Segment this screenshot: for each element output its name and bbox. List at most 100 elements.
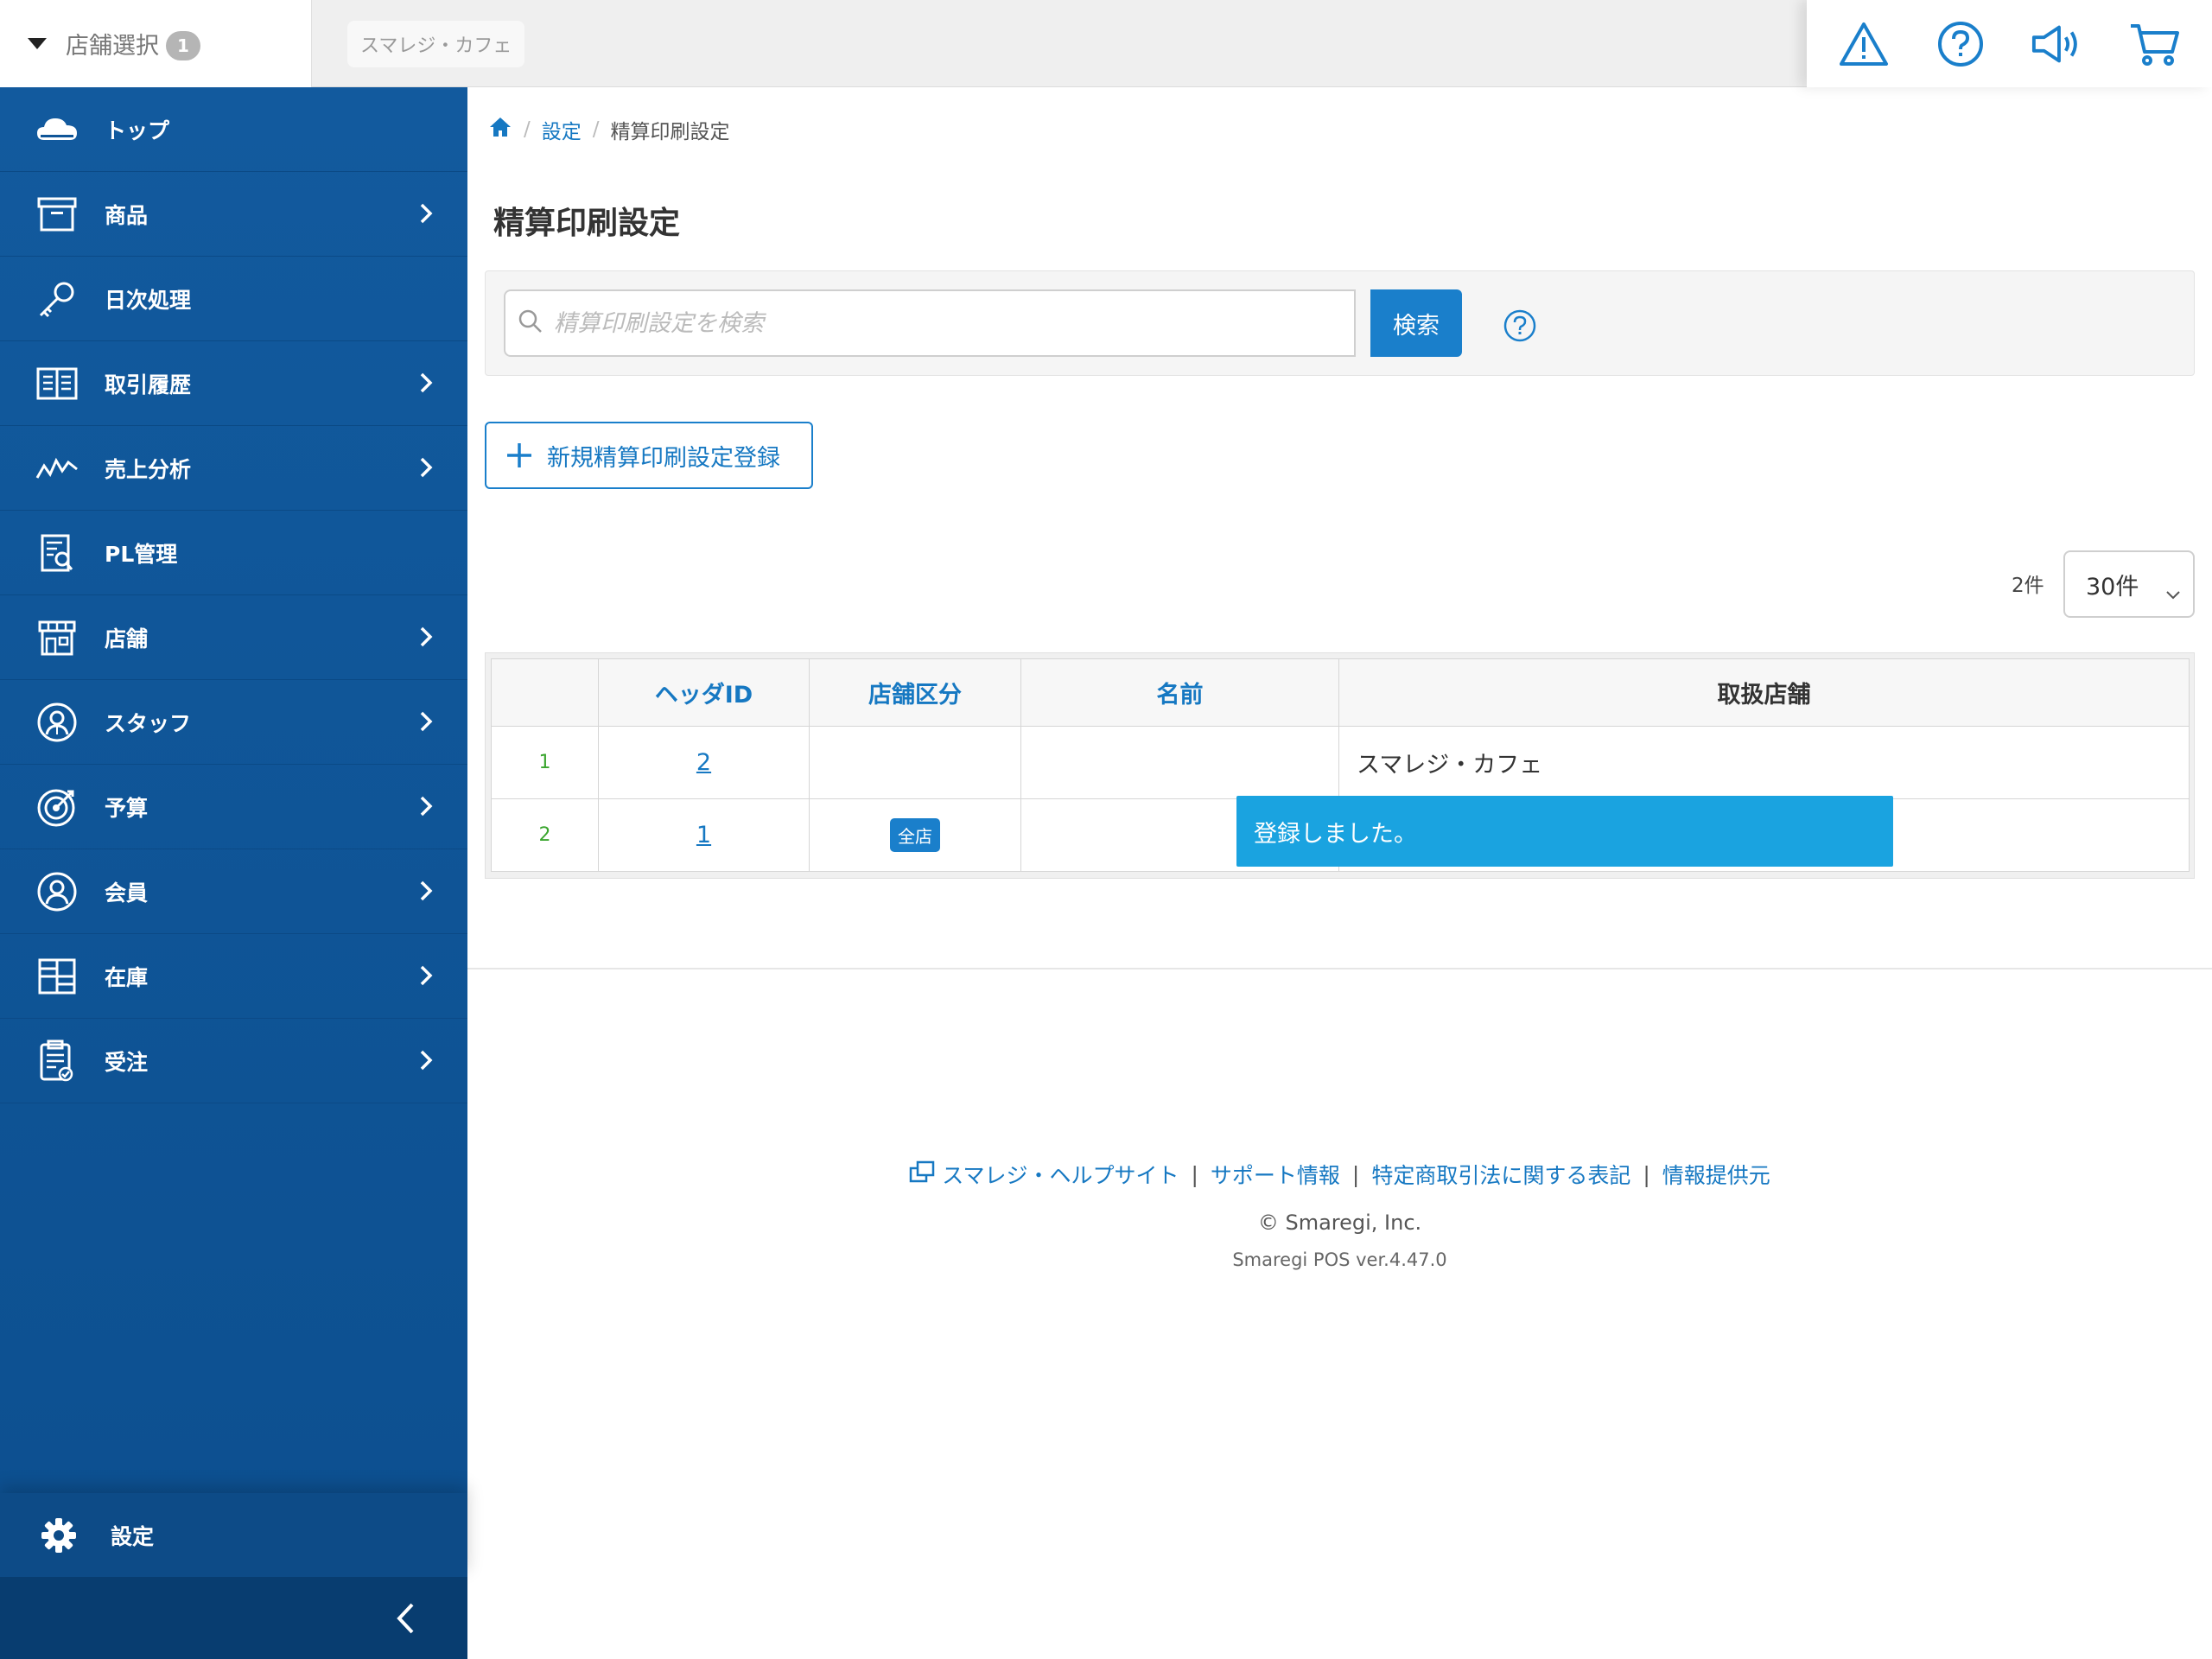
chevron-right-icon bbox=[419, 795, 433, 821]
sidebar-item-inventory[interactable]: 在庫 bbox=[0, 934, 467, 1019]
header-id-link[interactable]: 1 bbox=[696, 822, 711, 849]
page-title: 精算印刷設定 bbox=[493, 206, 681, 241]
column-header-store-division[interactable]: 店舗区分 bbox=[809, 658, 1021, 727]
store-icon bbox=[34, 614, 80, 661]
store-division-tag: 全店 bbox=[890, 818, 940, 852]
breadcrumb-settings-link[interactable]: 設定 bbox=[542, 115, 582, 144]
sidebar-collapse-bar[interactable] bbox=[0, 1577, 467, 1659]
column-header-header-id[interactable]: ヘッダID bbox=[598, 658, 810, 727]
per-page-value: 30件 bbox=[2086, 573, 2139, 601]
result-count: 2件 bbox=[2012, 575, 2044, 597]
chevron-down-icon bbox=[2165, 580, 2181, 607]
sidebar-item-transactions[interactable]: 取引履歴 bbox=[0, 341, 467, 426]
sidebar: トップ 商品 日次処理 取引履歴 売上分析 PL管理 店舗 スタッフ 予算 会員… bbox=[0, 87, 467, 1659]
report-icon bbox=[34, 530, 80, 576]
sidebar-item-settings[interactable]: 設定 bbox=[0, 1493, 467, 1577]
header-id-link[interactable]: 2 bbox=[696, 749, 711, 776]
plus-icon bbox=[505, 442, 533, 469]
sidebar-item-budget[interactable]: 予算 bbox=[0, 765, 467, 849]
help-icon[interactable] bbox=[1503, 308, 1537, 346]
row-number: 1 bbox=[491, 726, 599, 799]
current-store-chip[interactable]: スマレジ・カフェ bbox=[347, 21, 525, 67]
chevron-right-icon bbox=[419, 880, 433, 906]
sidebar-item-label: 在庫 bbox=[105, 964, 149, 990]
sidebar-item-label: 会員 bbox=[105, 880, 149, 906]
per-page-select[interactable]: 30件 bbox=[2063, 550, 2195, 618]
breadcrumb-current: 精算印刷設定 bbox=[610, 121, 730, 143]
announcement-icon[interactable] bbox=[2031, 16, 2086, 72]
row-number: 2 bbox=[491, 798, 599, 872]
chevron-right-icon bbox=[419, 626, 433, 652]
store-division-cell: 全店 bbox=[809, 798, 1021, 872]
main-content: / 設定 / 精算印刷設定 精算印刷設定 検索 新規精算印刷設定登録 2件 30… bbox=[467, 87, 2212, 1659]
footer-link-legal[interactable]: 特定商取引法に関する表記 bbox=[1371, 1159, 1630, 1190]
alert-icon[interactable] bbox=[1836, 16, 1891, 72]
chart-line-icon bbox=[34, 445, 80, 492]
table-row: 1 2 スマレジ・カフェ bbox=[491, 726, 2190, 799]
column-header-name[interactable]: 名前 bbox=[1020, 658, 1339, 727]
book-icon bbox=[34, 360, 80, 407]
sidebar-item-label: 店舗 bbox=[105, 626, 149, 652]
store-count-badge: 1 bbox=[166, 30, 200, 60]
sidebar-item-label: スタッフ bbox=[105, 710, 192, 736]
search-input-wrapper[interactable] bbox=[504, 289, 1356, 357]
search-input[interactable] bbox=[554, 309, 1332, 337]
target-icon bbox=[34, 784, 80, 830]
sidebar-item-staff[interactable]: スタッフ bbox=[0, 680, 467, 765]
stores-cell: スマレジ・カフェ bbox=[1338, 726, 2190, 799]
sidebar-item-label: 受注 bbox=[105, 1049, 149, 1075]
footer-separator: | bbox=[1351, 1161, 1360, 1187]
footer-separator: | bbox=[1643, 1161, 1650, 1187]
sidebar-item-label: トップ bbox=[105, 118, 170, 143]
gear-icon bbox=[38, 1515, 79, 1556]
clipboard-icon bbox=[34, 1038, 80, 1084]
new-button-label: 新規精算印刷設定登録 bbox=[547, 444, 780, 472]
sidebar-item-members[interactable]: 会員 bbox=[0, 849, 467, 934]
chevron-right-icon bbox=[419, 456, 433, 482]
search-button[interactable]: 検索 bbox=[1370, 289, 1462, 357]
top-bar: 店舗選択 1 スマレジ・カフェ bbox=[0, 0, 2212, 87]
search-panel: 検索 bbox=[485, 270, 2195, 376]
sidebar-item-label: 日次処理 bbox=[105, 287, 192, 313]
sidebar-item-pl[interactable]: PL管理 bbox=[0, 511, 467, 595]
store-select-dropdown[interactable]: 店舗選択 1 bbox=[0, 0, 312, 87]
sidebar-bottom: 設定 bbox=[0, 1493, 467, 1659]
breadcrumb-separator: / bbox=[524, 118, 531, 141]
chevron-left-icon[interactable] bbox=[395, 1601, 416, 1639]
sidebar-item-store[interactable]: 店舗 bbox=[0, 595, 467, 680]
chevron-right-icon bbox=[419, 964, 433, 990]
sidebar-settings-label: 設定 bbox=[111, 1523, 155, 1549]
new-settlement-print-setting-button[interactable]: 新規精算印刷設定登録 bbox=[485, 422, 813, 489]
header-id-cell: 1 bbox=[598, 798, 810, 872]
version-label: Smaregi POS ver.4.47.0 bbox=[1232, 1249, 1447, 1270]
sidebar-item-products[interactable]: 商品 bbox=[0, 172, 467, 257]
footer-divider bbox=[467, 968, 2212, 969]
cloud-icon bbox=[34, 106, 80, 153]
top-icon-group bbox=[1807, 0, 2212, 87]
help-icon[interactable] bbox=[1933, 16, 1988, 72]
column-header-no bbox=[491, 658, 599, 727]
caret-down-icon bbox=[28, 38, 47, 49]
home-icon[interactable] bbox=[488, 116, 512, 143]
sidebar-item-orders[interactable]: 受注 bbox=[0, 1019, 467, 1103]
footer-link-info-source[interactable]: 情報提供元 bbox=[1662, 1159, 1770, 1190]
external-link-icon bbox=[909, 1160, 935, 1188]
footer-separator: | bbox=[1191, 1161, 1198, 1187]
sidebar-item-daily[interactable]: 日次処理 bbox=[0, 257, 467, 341]
cart-icon[interactable] bbox=[2127, 16, 2183, 72]
chevron-right-icon bbox=[419, 1049, 433, 1075]
key-icon bbox=[34, 276, 80, 322]
footer-link-support[interactable]: サポート情報 bbox=[1211, 1159, 1340, 1190]
sidebar-item-top[interactable]: トップ bbox=[0, 87, 467, 172]
footer-links: スマレジ・ヘルプサイト | サポート情報 | 特定商取引法に関する表記 | 情報… bbox=[467, 1159, 2212, 1190]
table-header-row: ヘッダID 店舗区分 名前 取扱店舗 bbox=[491, 658, 2190, 727]
store-select-label: 店舗選択 bbox=[66, 33, 159, 60]
sidebar-item-sales-analysis[interactable]: 売上分析 bbox=[0, 426, 467, 511]
sidebar-item-label: 売上分析 bbox=[105, 456, 192, 482]
footer-link-help-site[interactable]: スマレジ・ヘルプサイト bbox=[942, 1159, 1179, 1190]
member-icon bbox=[34, 868, 80, 915]
store-division-cell bbox=[809, 726, 1021, 799]
success-toast[interactable]: 登録しました。 bbox=[1236, 796, 1893, 867]
chevron-right-icon bbox=[419, 372, 433, 397]
sidebar-item-label: 取引履歴 bbox=[105, 372, 192, 397]
